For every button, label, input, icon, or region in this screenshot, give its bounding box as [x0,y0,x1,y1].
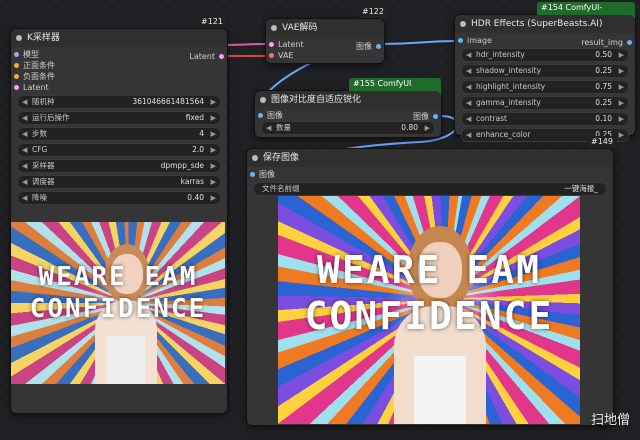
node-id-badge: #121 [197,16,227,28]
node-title[interactable]: 保存图像 [247,149,613,167]
input-slot-latent[interactable]: Latent [266,39,384,50]
node-id-badge: #149 [587,136,617,148]
widget-denoise[interactable]: ◀ 降噪 0.40 ▶ [17,191,221,205]
contrast-sharpen-node[interactable]: #155 ComfyUI Essentials 图像对比度自适应锐化 图像 图像… [254,78,442,138]
poster-headline-line1: WEARE EAM [38,262,198,292]
watermark-text: 扫地僧 [590,413,630,428]
node-title-text: 保存图像 [263,153,300,163]
collapse-dot-icon[interactable] [16,35,22,41]
widget-steps[interactable]: ◀ 步数 4 ▶ [17,127,221,141]
input-slot-latent[interactable]: Latent [11,82,227,93]
node-title[interactable]: K采样器 [11,29,227,47]
widget-contrast[interactable]: ◀ contrast 0.10 ▶ [461,112,629,126]
input-slot-image[interactable]: image [455,35,635,46]
input-slot-positive[interactable]: 正面条件 [11,60,227,71]
node-title-text: VAE解码 [282,23,318,33]
node-title-text: 图像对比度自适应锐化 [271,95,362,105]
save-preview-image: WEARE EAM CONFIDENCE [278,196,580,424]
node-title-text: K采样器 [27,33,60,43]
widget-sampler[interactable]: ◀ 采样器 dpmpp_sde ▶ [17,159,221,173]
widget-control-after[interactable]: ◀ 运行后操作 fixed ▶ [17,111,221,125]
input-slot-image[interactable]: 图像 [255,110,441,121]
poster-headline-line2: CONFIDENCE [29,294,207,324]
node-title-text: HDR Effects (SuperBeasts.AI) [471,19,603,29]
input-slot-image[interactable]: 图像 [247,169,613,180]
widget-filename-prefix[interactable]: 文件名前缀 一键海报_ [253,182,607,196]
widget-cfg[interactable]: ◀ CFG 2.0 ▶ [17,143,221,157]
widget-amount[interactable]: ◀ 数量 0.80 ▶ [261,121,435,135]
ksampler-preview-image: WEARE EAM CONFIDENCE [11,222,225,384]
widget-hdr-intensity[interactable]: ◀ hdr_intensity 0.50 ▶ [461,48,629,62]
node-title[interactable]: VAE解码 [266,19,384,37]
collapse-dot-icon[interactable] [260,97,266,103]
collapse-dot-icon[interactable] [252,155,258,161]
poster-headline-line2: CONFIDENCE [304,294,554,338]
vae-decode-node[interactable]: #122 VAE解码 图像 Latent VAE [265,6,388,64]
widget-gamma-intensity[interactable]: ◀ gamma_intensity 0.25 ▶ [461,96,629,110]
input-slot-negative[interactable]: 负面条件 [11,71,227,82]
widget-scheduler[interactable]: ◀ 调度器 karras ▶ [17,175,221,189]
collapse-dot-icon[interactable] [460,21,466,27]
input-slot-vae[interactable]: VAE [266,50,384,61]
input-slot-model[interactable]: 模型 [11,49,227,60]
collapse-dot-icon[interactable] [271,25,277,31]
hdr-effects-node[interactable]: #154 ComfyUI-SuperBeasts HDR Effects (Su… [454,2,636,142]
poster-headline-line1: WEARE EAM [317,248,541,292]
node-title[interactable]: HDR Effects (SuperBeasts.AI) [455,15,635,33]
node-id-badge: #122 [358,6,388,18]
node-title[interactable]: 图像对比度自适应锐化 [255,91,441,109]
widget-shadow-intensity[interactable]: ◀ shadow_intensity 0.25 ▶ [461,64,629,78]
widget-seed[interactable]: ◀ 随机种 361046661481564 ▶ [17,95,221,109]
widget-highlight-intensity[interactable]: ◀ highlight_intensity 0.75 ▶ [461,80,629,94]
